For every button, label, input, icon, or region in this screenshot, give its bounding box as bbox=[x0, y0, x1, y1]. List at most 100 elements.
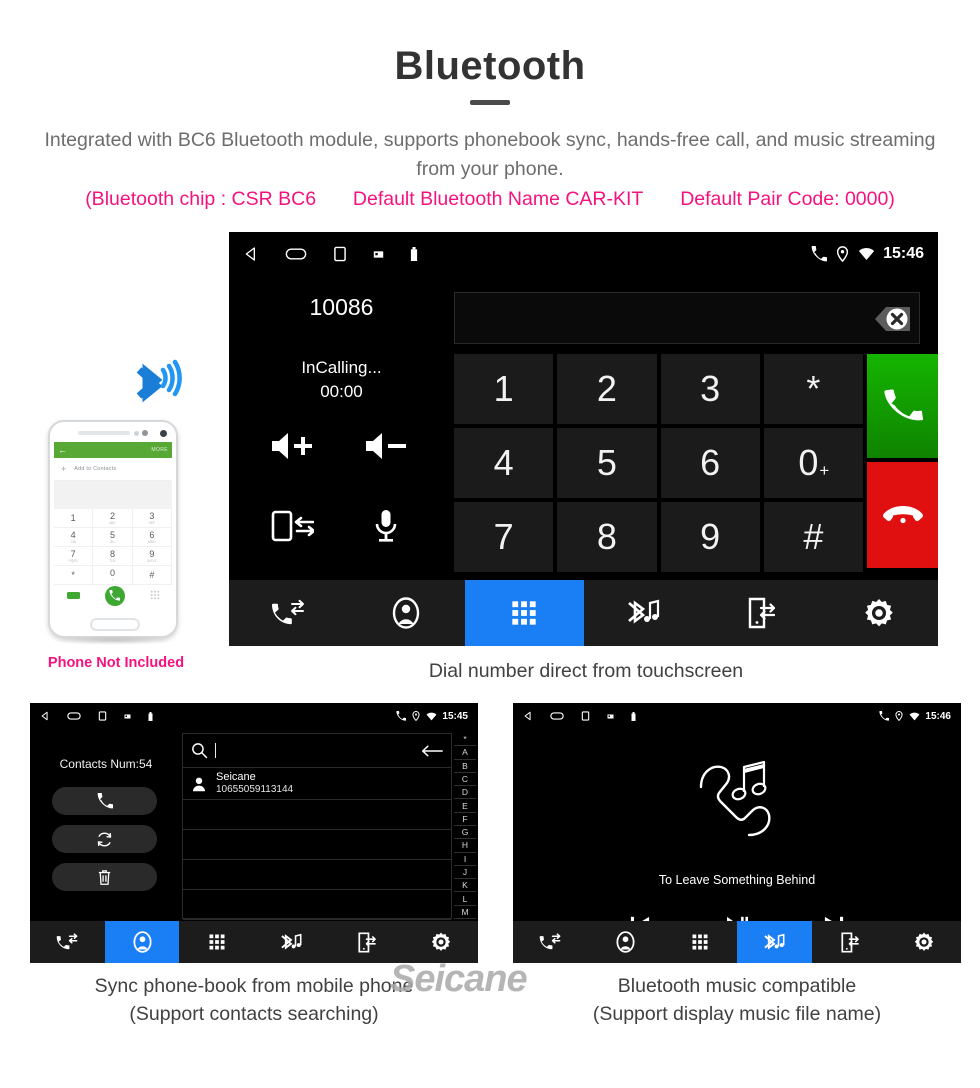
index-letter[interactable]: G bbox=[454, 826, 476, 840]
usb-icon bbox=[148, 711, 153, 721]
home-icon[interactable] bbox=[550, 711, 564, 721]
phone-keypad: 1 2 ABC 3 DEF 4 GHI 5 JKL 6 MNO 7 PQRS 8 TUV 9W… bbox=[54, 509, 172, 585]
nav-bluetooth-music[interactable] bbox=[254, 921, 329, 963]
nav-contacts[interactable] bbox=[588, 921, 663, 963]
phone-key: 0 + bbox=[93, 566, 133, 585]
nav-settings[interactable] bbox=[403, 921, 478, 963]
key-7[interactable]: 7 bbox=[454, 502, 554, 572]
contact-row-empty bbox=[183, 800, 451, 830]
wifi-icon bbox=[858, 247, 875, 261]
answer-call-button[interactable] bbox=[867, 354, 938, 458]
index-letter[interactable]: B bbox=[454, 760, 476, 773]
phone-keypad-toggle-icon bbox=[150, 587, 160, 605]
index-letter[interactable]: H bbox=[454, 839, 476, 853]
contacts-side-panel: Contacts Num:54 bbox=[30, 729, 182, 921]
nav-contacts[interactable] bbox=[347, 580, 465, 646]
dialer-screenshot: 15:46 10086 InCalling... 00:00 1 2 3 * 4… bbox=[229, 232, 938, 646]
nav-bluetooth-music[interactable] bbox=[584, 580, 702, 646]
index-letter[interactable]: J bbox=[454, 866, 476, 880]
nav-keypad[interactable] bbox=[465, 580, 584, 646]
contact-avatar-icon bbox=[191, 776, 207, 792]
back-icon[interactable] bbox=[243, 246, 259, 262]
index-letter[interactable]: C bbox=[454, 773, 476, 787]
nav-settings[interactable] bbox=[886, 921, 961, 963]
status-bar-time: 15:45 bbox=[442, 710, 468, 722]
spec-bluetooth-name: Default Bluetooth Name CAR-KIT bbox=[352, 188, 644, 210]
key-1[interactable]: 1 bbox=[454, 354, 554, 424]
phone-screen: ← MORE + Add to Contacts 1 2 ABC 3 DEF 4 GH… bbox=[54, 442, 172, 606]
key-0[interactable]: 0 + bbox=[763, 428, 863, 498]
contact-row[interactable]: Seicane 10655059113144 bbox=[183, 768, 451, 800]
index-letter[interactable]: * bbox=[454, 733, 476, 747]
nav-call-log[interactable] bbox=[513, 921, 588, 963]
nav-call-log[interactable] bbox=[30, 921, 105, 963]
phone-illustration: ← MORE + Add to Contacts 1 2 ABC 3 DEF 4 GH… bbox=[48, 420, 178, 645]
phone-key: 5 JKL bbox=[93, 528, 133, 547]
alphabet-index[interactable]: * A B C D E F G H I J K L M bbox=[454, 733, 476, 919]
key-2[interactable]: 2 bbox=[557, 354, 657, 424]
title-divider bbox=[470, 100, 510, 105]
call-state-text: InCalling... bbox=[301, 358, 382, 377]
end-call-button[interactable] bbox=[867, 462, 938, 568]
key-6[interactable]: 6 bbox=[660, 428, 760, 498]
back-icon[interactable] bbox=[40, 711, 50, 721]
recents-icon[interactable] bbox=[581, 711, 590, 721]
nav-call-log[interactable] bbox=[229, 580, 347, 646]
phone-key: * bbox=[54, 566, 94, 585]
phone-add-contact-label: Add to Contacts bbox=[74, 466, 117, 472]
dial-contact-button[interactable] bbox=[52, 787, 157, 815]
index-letter[interactable]: K bbox=[454, 879, 476, 893]
volume-down-icon[interactable] bbox=[351, 418, 421, 474]
backspace-icon[interactable] bbox=[853, 299, 913, 339]
key-5[interactable]: 5 bbox=[557, 428, 657, 498]
in-call-controls bbox=[229, 412, 454, 572]
number-input[interactable] bbox=[454, 292, 920, 344]
back-icon[interactable] bbox=[523, 711, 533, 721]
sync-contacts-button[interactable] bbox=[52, 825, 157, 853]
nav-phone-sync[interactable] bbox=[329, 921, 404, 963]
search-back-arrow-icon[interactable] bbox=[421, 745, 443, 757]
index-letter[interactable]: F bbox=[454, 813, 476, 826]
key-8[interactable]: 8 bbox=[557, 502, 657, 572]
delete-contacts-button[interactable] bbox=[52, 863, 157, 891]
key-4[interactable]: 4 bbox=[454, 428, 554, 498]
nav-keypad[interactable] bbox=[179, 921, 254, 963]
contacts-search-bar[interactable] bbox=[183, 734, 451, 768]
index-letter[interactable]: E bbox=[454, 799, 476, 813]
key-3[interactable]: 3 bbox=[660, 354, 760, 424]
recents-icon[interactable] bbox=[98, 711, 107, 721]
voicemail-icon bbox=[66, 592, 80, 599]
nav-bluetooth-music[interactable] bbox=[737, 921, 812, 963]
phone-not-included-note: Phone Not Included bbox=[47, 655, 185, 671]
microphone-icon[interactable] bbox=[351, 498, 421, 554]
index-letter[interactable]: D bbox=[454, 786, 476, 800]
phone-earpiece bbox=[78, 431, 130, 435]
bottom-nav bbox=[513, 921, 961, 963]
nav-phone-sync[interactable] bbox=[812, 921, 887, 963]
call-action-buttons bbox=[867, 354, 938, 572]
index-letter[interactable]: A bbox=[454, 746, 476, 760]
sd-card-icon bbox=[373, 249, 384, 260]
nav-phone-sync[interactable] bbox=[702, 580, 820, 646]
index-letter[interactable]: L bbox=[454, 892, 476, 906]
nav-settings[interactable] bbox=[820, 580, 938, 646]
spec-pair-code: Default Pair Code: 0000) bbox=[680, 188, 895, 210]
phone-status-icon bbox=[396, 711, 407, 721]
volume-up-icon[interactable] bbox=[257, 418, 327, 474]
recents-icon[interactable] bbox=[333, 246, 347, 262]
transfer-audio-icon[interactable] bbox=[257, 498, 327, 554]
sd-card-icon bbox=[607, 713, 614, 720]
nav-keypad[interactable] bbox=[662, 921, 737, 963]
key-9[interactable]: 9 bbox=[660, 502, 760, 572]
index-letter[interactable]: I bbox=[454, 853, 476, 866]
home-icon[interactable] bbox=[285, 246, 307, 262]
key-hash[interactable]: # bbox=[763, 502, 863, 572]
home-icon[interactable] bbox=[67, 711, 81, 721]
key-star[interactable]: * bbox=[763, 354, 863, 424]
index-letter[interactable]: M bbox=[454, 906, 476, 919]
called-number: 10086 bbox=[309, 294, 374, 320]
contacts-body: Contacts Num:54 Seicane 10655059113144 *… bbox=[30, 729, 478, 921]
status-bar-left bbox=[523, 711, 653, 721]
contact-name: Seicane bbox=[216, 771, 256, 783]
nav-contacts[interactable] bbox=[104, 921, 180, 963]
